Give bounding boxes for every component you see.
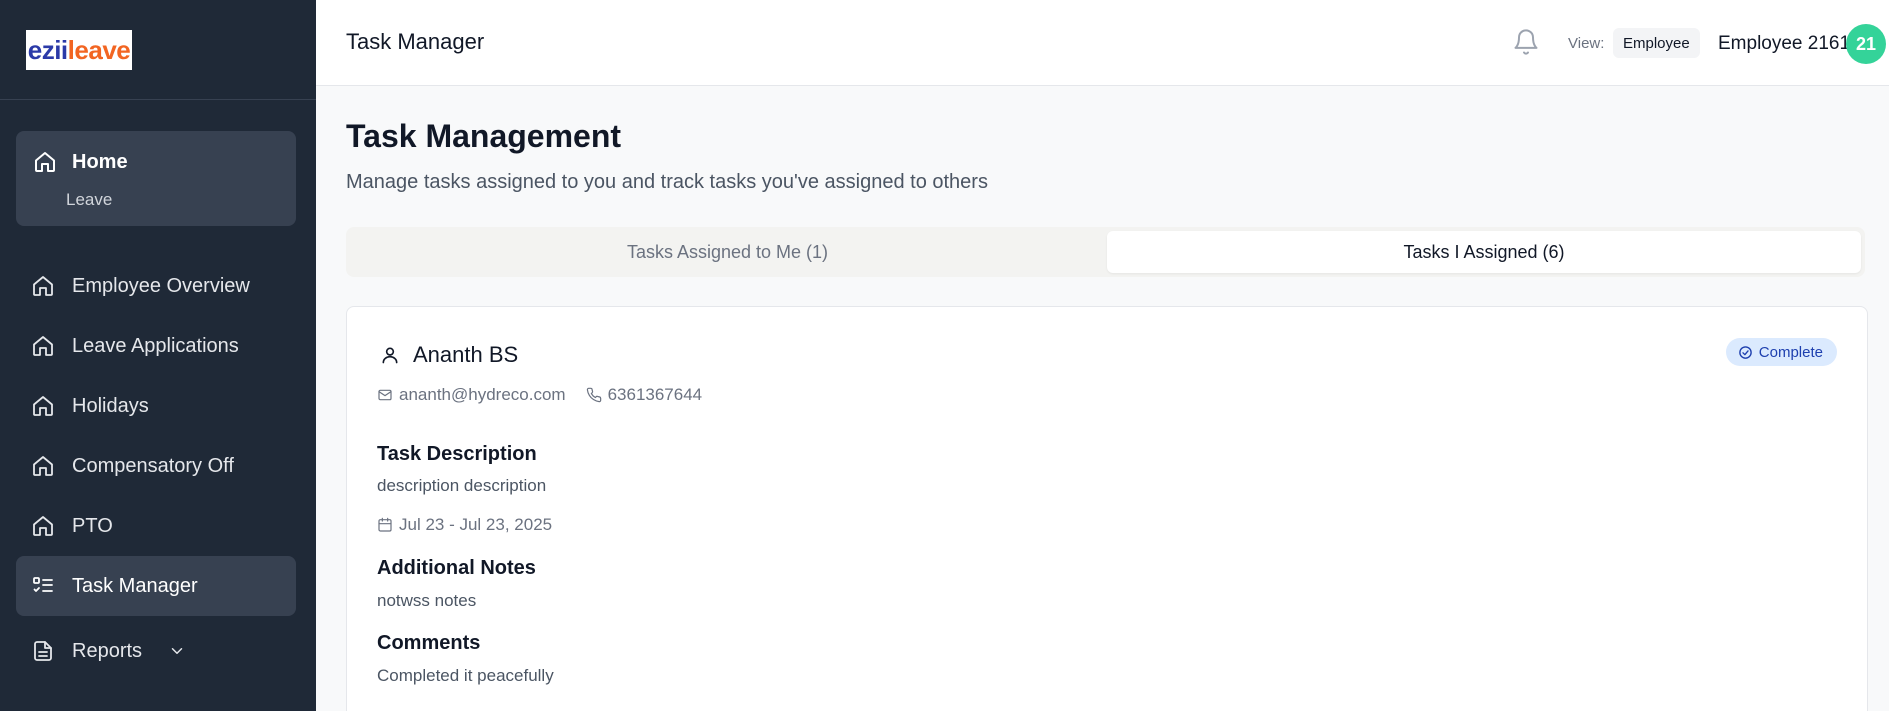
assignee-name: Ananth BS — [413, 342, 519, 367]
sidebar-item-label: Compensatory Off — [72, 454, 234, 477]
sidebar-item-label: PTO — [72, 514, 113, 537]
home-icon — [30, 273, 56, 299]
date-range: Jul 23 - Jul 23, 2025 — [377, 515, 552, 535]
sidebar-item-label: Reports — [72, 639, 143, 662]
status-text: Complete — [1758, 343, 1823, 361]
sidebar-item-employee-overview[interactable]: Employee Overview — [16, 256, 296, 316]
document-icon — [30, 638, 56, 664]
sidebar-item-leave-applications[interactable]: Leave Applications — [16, 316, 296, 376]
avatar[interactable]: 21 — [1846, 24, 1886, 64]
date-range-text: Jul 23 - Jul 23, 2025 — [399, 515, 553, 534]
sidebar-item-label: Leave Applications — [72, 334, 239, 357]
mail-icon — [377, 387, 393, 403]
notes-text: notwss notes — [377, 591, 477, 610]
page-subtitle: Manage tasks assigned to you and track t… — [346, 171, 988, 193]
sidebar-item-label: Holidays — [72, 394, 149, 417]
sidebar-item-label: Home — [72, 150, 128, 173]
sidebar-item-holidays[interactable]: Holidays — [16, 376, 296, 436]
sidebar-group-home: Home Leave — [16, 131, 296, 226]
home-icon — [30, 513, 56, 539]
sidebar-item-pto[interactable]: PTO — [16, 496, 296, 556]
bell-icon[interactable] — [1512, 28, 1540, 56]
chevron-down-icon[interactable] — [164, 638, 190, 664]
description-text: description description — [377, 476, 547, 495]
home-icon — [30, 333, 56, 359]
sidebar-item-compensatory-off[interactable]: Compensatory Off — [16, 436, 296, 496]
home-icon — [32, 149, 58, 175]
tab-assigned-to-me[interactable]: Tasks Assigned to Me (1) — [350, 231, 1105, 273]
comments-heading: Comments — [377, 632, 481, 654]
assignee-row: Ananth BS — [377, 342, 518, 368]
assignee-phone: 6361367644 — [607, 385, 703, 404]
sidebar: ezii leave Home Leave Employee Overview L… — [0, 0, 316, 711]
phone-icon — [586, 387, 602, 403]
sidebar-item-label: Task Manager — [72, 574, 198, 597]
assignee-email: ananth@hydreco.com — [399, 385, 566, 404]
comments-text: Completed it peacefully — [377, 666, 554, 685]
top-header: Task Manager View: Employee Employee 216… — [316, 0, 1889, 86]
view-selector[interactable]: Employee — [1613, 28, 1700, 58]
view-label: View: — [1568, 35, 1605, 52]
sidebar-item-label: Employee Overview — [72, 274, 250, 297]
home-icon — [30, 393, 56, 419]
sidebar-subitem-leave[interactable]: Leave — [66, 190, 112, 210]
notes-heading: Additional Notes — [377, 557, 536, 579]
home-icon — [30, 453, 56, 479]
brand-logo[interactable]: ezii leave — [26, 30, 132, 70]
user-name[interactable]: Employee 2161 — [1718, 33, 1850, 55]
email-item: ananth@hydreco.com — [377, 385, 566, 405]
calendar-icon — [377, 517, 393, 533]
task-tabs: Tasks Assigned to Me (1) Tasks I Assigne… — [346, 227, 1865, 277]
check-circle-icon — [1738, 345, 1753, 360]
description-heading: Task Description — [377, 443, 537, 465]
header-title: Task Manager — [346, 29, 485, 54]
tab-i-assigned[interactable]: Tasks I Assigned (6) — [1107, 231, 1861, 273]
sidebar-item-home[interactable]: Home — [32, 149, 128, 175]
phone-item: 6361367644 — [586, 385, 703, 405]
user-icon — [377, 342, 403, 368]
sidebar-item-task-manager[interactable]: Task Manager — [16, 556, 296, 616]
task-card: Ananth BS Complete ananth@hydreco.com 63… — [346, 306, 1868, 711]
status-badge: Complete — [1725, 338, 1837, 366]
page-title: Task Management — [346, 118, 622, 154]
sidebar-item-reports[interactable]: Reports — [16, 621, 296, 681]
task-list-icon — [30, 573, 56, 599]
contact-row: ananth@hydreco.com 6361367644 — [377, 385, 722, 405]
logo-area: ezii leave — [0, 0, 316, 100]
